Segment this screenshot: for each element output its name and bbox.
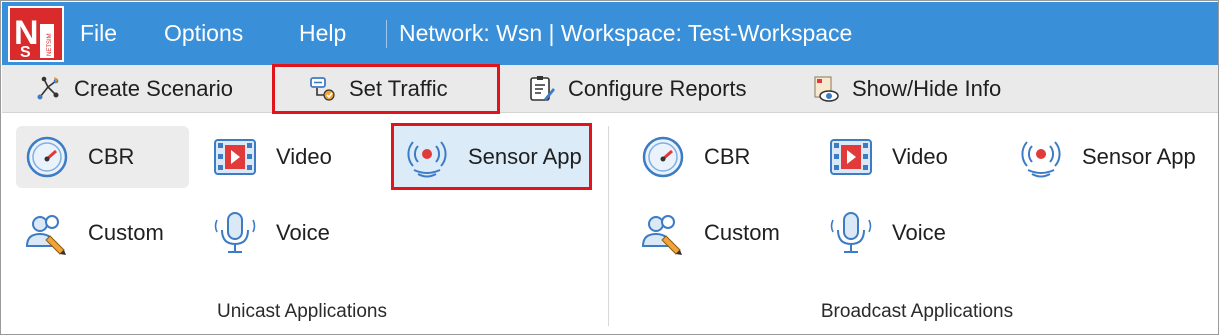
gauge-icon: [642, 136, 684, 178]
custom-users-icon: [641, 215, 682, 255]
create-scenario-label: Create Scenario: [74, 76, 233, 101]
svg-text:S: S: [20, 44, 31, 60]
broadcast-video-label: Video: [892, 144, 948, 169]
broadcast-group-label: Broadcast Applications: [820, 301, 1014, 322]
configure-reports-icon: [530, 76, 555, 101]
set-traffic-label: Set Traffic: [349, 76, 448, 101]
unicast-sensor-app-label: Sensor App: [468, 143, 582, 169]
broadcast-voice-button[interactable]: Voice: [828, 202, 946, 264]
broadcast-sensor-app-button[interactable]: Sensor App: [1018, 126, 1196, 188]
set-traffic-icon: [310, 77, 335, 101]
unicast-custom-button[interactable]: Custom: [24, 202, 164, 264]
broadcast-video-button[interactable]: Video: [828, 126, 948, 188]
menu-separator: [386, 20, 387, 48]
configure-reports-button[interactable]: Configure Reports: [528, 65, 747, 113]
create-scenario-icon: [37, 76, 59, 100]
unicast-video-button[interactable]: Video: [212, 126, 332, 188]
unicast-sensor-app-button[interactable]: Sensor App: [391, 123, 592, 190]
broadcast-cbr-label: CBR: [704, 144, 751, 169]
unicast-cbr-label: CBR: [88, 144, 135, 169]
menu-help[interactable]: Help: [299, 2, 346, 65]
video-icon: [214, 139, 256, 175]
menu-options[interactable]: Options: [164, 2, 243, 65]
show-hide-info-button[interactable]: Show/Hide Info: [812, 65, 1001, 113]
ribbon-panel: CBR Video Sensor App Custom Voice Unicas…: [2, 114, 1218, 334]
unicast-voice-label: Voice: [276, 220, 330, 245]
broadcast-voice-label: Voice: [892, 220, 946, 245]
menu-bar: N S NETSIM File Options Help Network: Ws…: [2, 2, 1218, 65]
custom-users-icon: [25, 215, 66, 255]
broadcast-sensor-app-label: Sensor App: [1082, 144, 1196, 169]
video-icon: [830, 139, 872, 175]
sensor-icon: [407, 140, 447, 177]
sensor-icon: [1021, 141, 1061, 178]
menu-file[interactable]: File: [80, 2, 117, 65]
create-scenario-button[interactable]: Create Scenario: [34, 65, 233, 113]
unicast-custom-label: Custom: [88, 220, 164, 245]
svg-text:NETSIM: NETSIM: [47, 33, 53, 56]
microphone-icon: [214, 212, 256, 253]
set-traffic-button[interactable]: Set Traffic: [272, 64, 500, 114]
show-hide-info-label: Show/Hide Info: [852, 76, 1002, 101]
show-hide-info-icon: [814, 76, 839, 102]
broadcast-custom-button[interactable]: Custom: [640, 202, 780, 264]
group-separator: [608, 126, 609, 326]
broadcast-cbr-button[interactable]: CBR: [640, 126, 750, 188]
netsim-logo: N S NETSIM: [8, 6, 64, 62]
unicast-cbr-button[interactable]: CBR: [16, 126, 189, 188]
microphone-icon: [830, 212, 872, 253]
configure-reports-label: Configure Reports: [568, 76, 747, 101]
unicast-group-label: Unicast Applications: [216, 301, 388, 322]
toolbar: Create Scenario Set Traffic Configure Re…: [2, 64, 1218, 114]
window-title: Network: Wsn | Workspace: Test-Workspace: [399, 20, 853, 46]
app-window: N S NETSIM File Options Help Network: Ws…: [0, 0, 1219, 335]
gauge-icon: [26, 136, 68, 178]
broadcast-custom-label: Custom: [704, 220, 780, 245]
unicast-video-label: Video: [276, 144, 332, 169]
unicast-voice-button[interactable]: Voice: [212, 202, 330, 264]
